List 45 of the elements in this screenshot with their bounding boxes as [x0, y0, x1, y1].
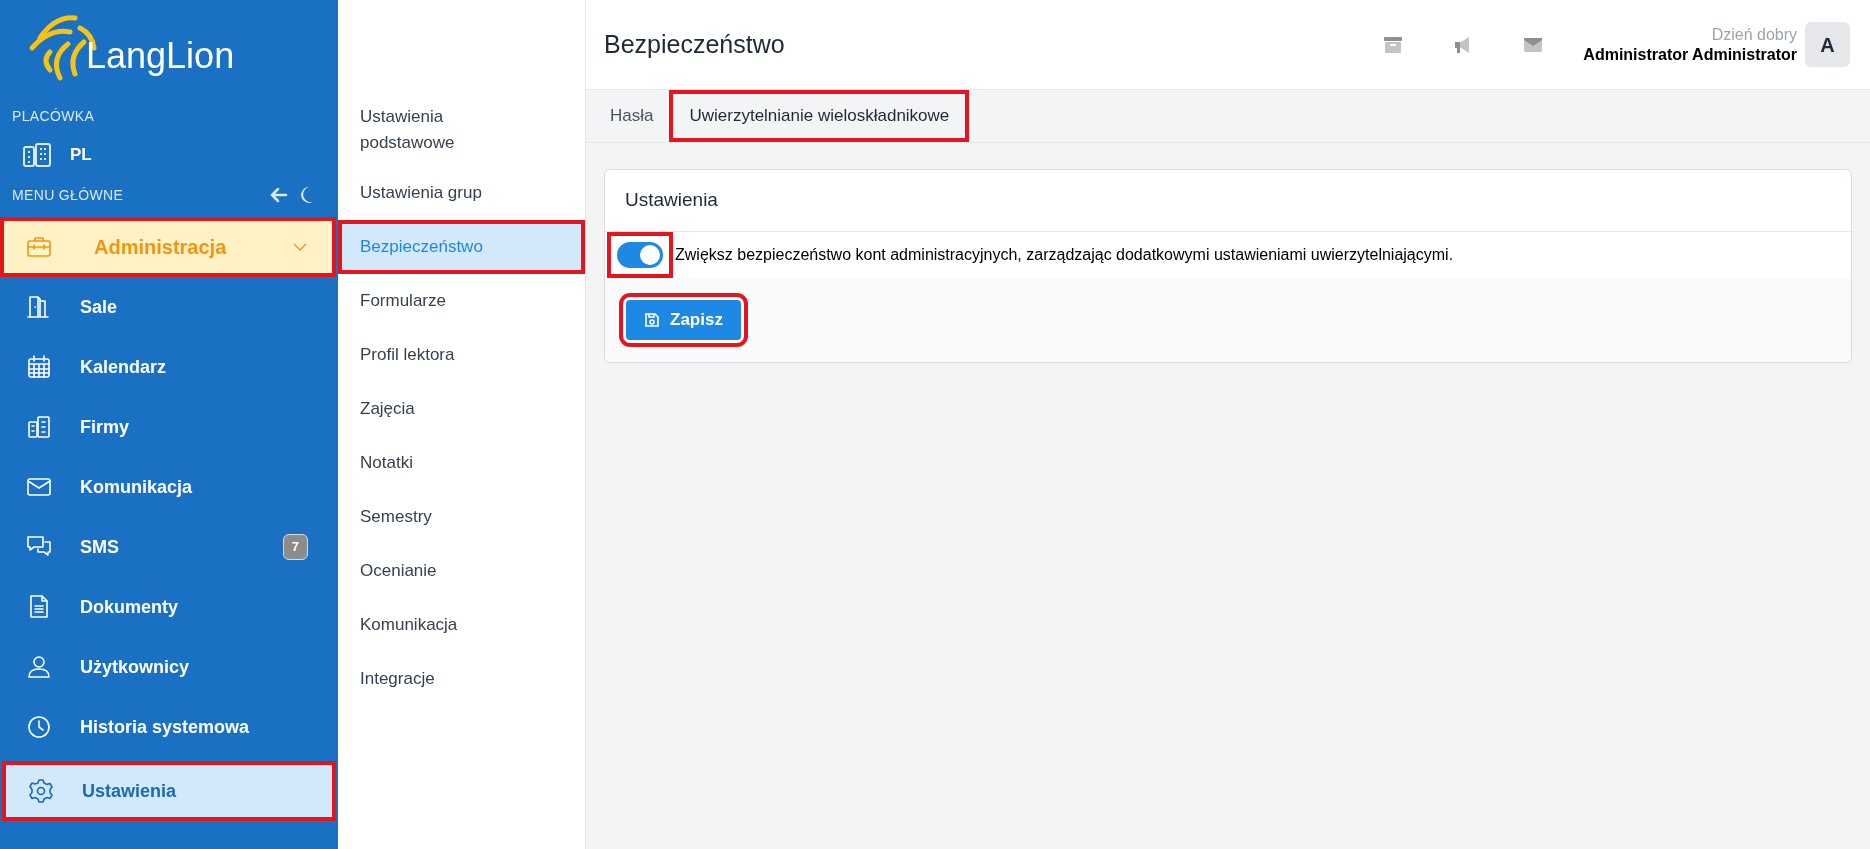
- clock-icon: [26, 714, 52, 740]
- settings-icon: [28, 778, 54, 804]
- envelope-icon[interactable]: [1523, 36, 1544, 53]
- branch-name[interactable]: PL: [70, 142, 92, 168]
- section-label: MENU GŁÓWNE: [12, 185, 124, 205]
- settings-nav-item[interactable]: Semestry: [338, 490, 585, 544]
- buildings-icon: [22, 142, 54, 168]
- settings-nav-item[interactable]: Zajęcia: [338, 382, 585, 436]
- settings-nav-item[interactable]: Ustawienia grup: [338, 166, 585, 220]
- toggle-switch[interactable]: [617, 242, 663, 268]
- calendar-icon: [26, 354, 52, 380]
- settings-nav-item[interactable]: Komunikacja: [338, 598, 585, 652]
- toggle-label: Zwiększ bezpieczeństwo kont administracyjnych, zarządzając dodatkowymi ustawieniami uwierzytelniającymi.: [675, 245, 1454, 265]
- settings-nav-item[interactable]: Ustawienia podstawowe: [338, 94, 518, 166]
- greeting-text: Dzień dobry: [1711, 24, 1797, 45]
- sidebar-item[interactable]: Sale: [0, 277, 336, 337]
- sidebar-item[interactable]: SMS 7: [0, 517, 336, 577]
- user-icon: [26, 654, 52, 680]
- moon-icon[interactable]: [298, 186, 314, 204]
- sidebar-item[interactable]: Komunikacja: [0, 457, 336, 517]
- arrow-left-icon[interactable]: [270, 187, 288, 203]
- settings-nav-item[interactable]: Ocenianie: [338, 544, 585, 598]
- count-badge: 7: [282, 534, 308, 560]
- sidebar-item[interactable]: Użytkownicy: [0, 637, 336, 697]
- settings-nav-item[interactable]: Profil lektora: [338, 328, 585, 382]
- logo-text: LangLion: [86, 34, 235, 78]
- briefcase-icon: [26, 234, 52, 260]
- sidebar-item[interactable]: Firmy: [0, 397, 336, 457]
- avatar[interactable]: A: [1805, 22, 1850, 67]
- sidebar-item[interactable]: Dokumenty: [0, 577, 336, 637]
- door-icon: [26, 294, 52, 320]
- sidebar-item[interactable]: Ustawienia: [2, 761, 336, 821]
- page-title: Bezpieczeństwo: [604, 28, 785, 60]
- tab[interactable]: Uwierzytelnianie wieloskładnikowe: [669, 90, 970, 142]
- user-name: Administrator Administrator: [1583, 44, 1797, 65]
- section-label: PLACÓWKA: [11, 107, 95, 126]
- sidebar-item[interactable]: Historia systemowa: [0, 697, 336, 757]
- archive-icon[interactable]: [1383, 35, 1404, 54]
- settings-nav-item[interactable]: Formularze: [338, 274, 585, 328]
- settings-nav-item[interactable]: Integracje: [338, 652, 585, 706]
- card-title: Ustawienia: [625, 188, 718, 213]
- tab[interactable]: Hasła: [594, 90, 670, 142]
- sidebar-item[interactable]: Kalendarz: [0, 337, 336, 397]
- settings-nav-item[interactable]: Notatki: [338, 436, 585, 490]
- buildings-icon: [26, 414, 52, 440]
